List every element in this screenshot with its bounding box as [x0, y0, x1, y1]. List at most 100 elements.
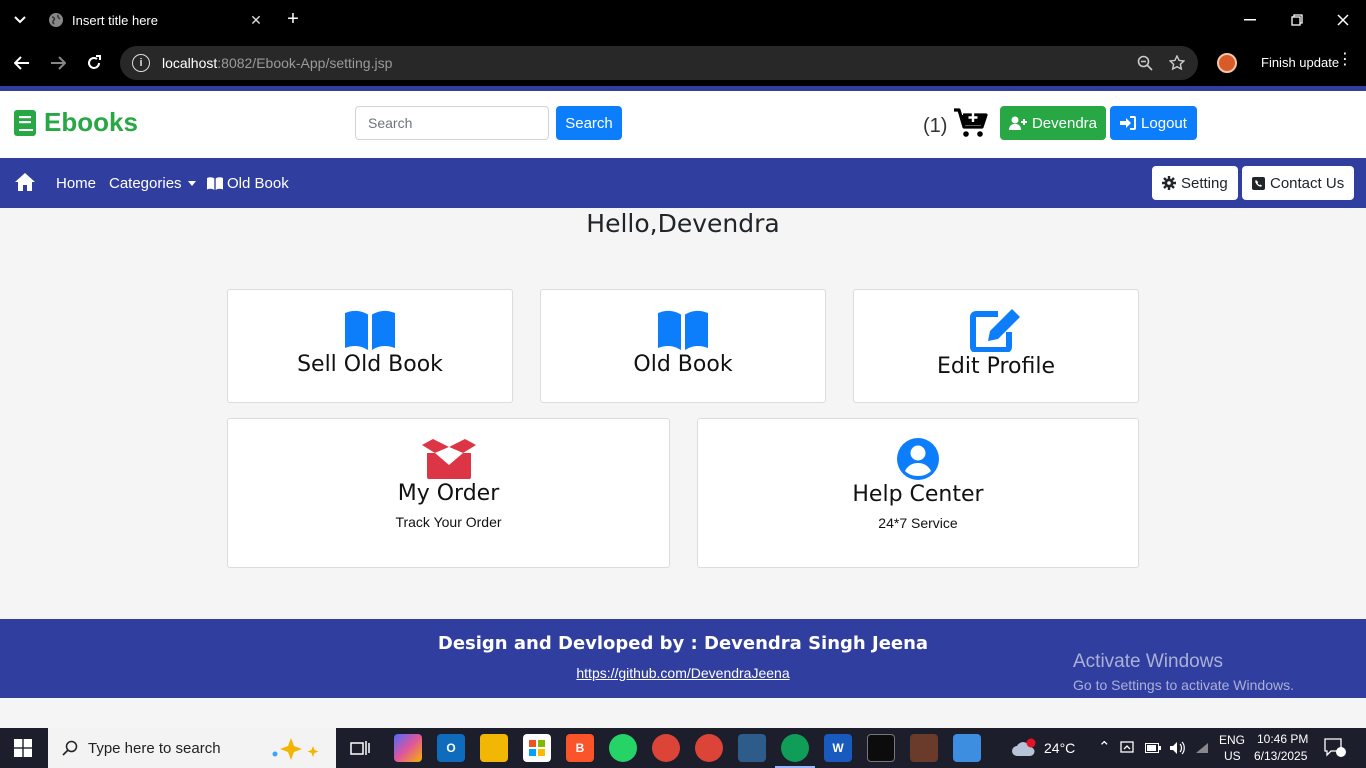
site-header: Ebooks Search (1) Devendra Logout: [0, 91, 1366, 158]
file-explorer-icon[interactable]: [480, 734, 508, 762]
home-icon[interactable]: [14, 172, 36, 192]
card-subtitle: Track Your Order: [395, 514, 502, 530]
photos-icon[interactable]: [953, 734, 981, 762]
book-open-icon: [345, 310, 395, 350]
search-input[interactable]: [355, 106, 549, 140]
new-tab-icon[interactable]: +: [282, 8, 304, 30]
activate-windows-title: Activate Windows: [1073, 651, 1223, 672]
windows-taskbar: Type here to search O B W 24°C ⌃ ENG US …: [0, 728, 1366, 768]
user-button[interactable]: Devendra: [1000, 106, 1106, 140]
caret-down-icon: [187, 181, 196, 186]
tab-search-chevron-icon[interactable]: [10, 10, 30, 30]
setting-button-label: Setting: [1181, 174, 1228, 192]
back-icon[interactable]: [10, 51, 34, 75]
reload-icon[interactable]: [82, 51, 106, 75]
nav-categories[interactable]: Categories: [109, 175, 196, 192]
nav-old-book-label: Old Book: [227, 175, 289, 192]
brand-logo[interactable]: Ebooks: [14, 107, 138, 138]
brave-icon[interactable]: B: [566, 734, 594, 762]
forward-icon[interactable]: [46, 51, 70, 75]
search-icon: [62, 740, 78, 756]
whatsapp-icon[interactable]: [609, 734, 637, 762]
word-icon[interactable]: W: [824, 734, 852, 762]
greeting-heading: Hello,Devendra: [586, 209, 780, 238]
edit-profile-card[interactable]: Edit Profile: [853, 289, 1139, 403]
mysql-workbench-icon[interactable]: [738, 734, 766, 762]
taskbar-search-placeholder: Type here to search: [88, 739, 221, 757]
cart-count: (1): [923, 115, 948, 137]
weather-temp[interactable]: 24°C: [1044, 740, 1075, 756]
user-plus-icon: [1008, 116, 1027, 130]
help-center-card[interactable]: Help Center 24*7 Service: [697, 418, 1139, 568]
address-toolbar: i localhost:8082/Ebook-App/setting.jsp: [0, 40, 1366, 86]
outlook-icon[interactable]: O: [437, 734, 465, 762]
search-button[interactable]: Search: [556, 106, 622, 140]
book-open-icon: [658, 310, 708, 350]
card-title: Sell Old Book: [297, 352, 443, 377]
tab-close-icon[interactable]: ✕: [246, 12, 266, 29]
phone-square-icon: [1252, 176, 1265, 190]
volume-icon[interactable]: [1169, 741, 1185, 755]
chrome-icon[interactable]: [781, 734, 809, 762]
nav-home[interactable]: Home: [56, 175, 96, 192]
task-view-icon[interactable]: [346, 734, 374, 762]
card-title: My Order: [397, 481, 500, 506]
card-title: Help Center: [852, 482, 984, 507]
logout-button[interactable]: Logout: [1110, 106, 1197, 140]
tray-chevron-up-icon[interactable]: ⌃: [1098, 738, 1111, 756]
bookmark-star-icon[interactable]: [1168, 54, 1186, 72]
nav-categories-label: Categories: [109, 175, 182, 192]
globe-icon: [49, 13, 63, 27]
old-book-card[interactable]: Old Book: [540, 289, 826, 403]
notification-icon[interactable]: [1324, 738, 1346, 758]
weather-cloud-icon: [1012, 738, 1036, 756]
tab-title: Insert title here: [72, 12, 158, 28]
my-order-card[interactable]: My Order Track Your Order: [227, 418, 670, 568]
browser-menu-icon[interactable]: ⋮: [1337, 52, 1353, 68]
cart-plus-icon[interactable]: [954, 108, 988, 138]
finish-update-button[interactable]: Finish update: [1261, 55, 1339, 70]
gear-icon: [1162, 176, 1176, 190]
edit-icon: [970, 309, 1020, 352]
minimize-icon[interactable]: [1227, 0, 1273, 40]
battery-icon[interactable]: [1145, 743, 1161, 753]
url-bar[interactable]: i localhost:8082/Ebook-App/setting.jsp: [120, 46, 1198, 80]
language-region: US: [1224, 749, 1241, 763]
eclipse-ide-icon[interactable]: [910, 734, 938, 762]
browser-tab[interactable]: Insert title here ✕: [36, 0, 274, 40]
clock-date[interactable]: 6/13/2025: [1254, 749, 1307, 763]
language-indicator[interactable]: ENG: [1219, 733, 1245, 747]
terminal-icon[interactable]: [867, 734, 895, 762]
book-icon: [14, 109, 36, 136]
wifi-icon[interactable]: [1195, 742, 1209, 754]
close-window-icon[interactable]: [1320, 0, 1366, 40]
sign-in-icon: [1120, 116, 1137, 130]
sell-old-book-card[interactable]: Sell Old Book: [227, 289, 513, 403]
chrome-profile-icon[interactable]: [652, 734, 680, 762]
user-circle-icon: [897, 438, 939, 480]
contact-us-button[interactable]: Contact Us: [1242, 166, 1355, 200]
logout-button-label: Logout: [1141, 114, 1187, 132]
clock-time[interactable]: 10:46 PM: [1257, 732, 1308, 746]
brand-name: Ebooks: [44, 107, 138, 137]
card-title: Old Book: [633, 352, 733, 377]
copilot-icon[interactable]: [394, 734, 422, 762]
contact-us-button-label: Contact Us: [1270, 174, 1345, 192]
profile-avatar[interactable]: [1217, 53, 1237, 73]
card-subtitle: 24*7 Service: [878, 515, 958, 531]
activate-windows-subtitle: Go to Settings to activate Windows.: [1073, 677, 1294, 693]
restore-icon[interactable]: [1274, 0, 1320, 40]
nav-old-book[interactable]: Old Book: [207, 175, 289, 192]
box-open-icon: [421, 439, 476, 479]
card-title: Edit Profile: [936, 354, 1055, 379]
url-path: :8082/Ebook-App/setting.jsp: [217, 55, 393, 71]
zoom-icon[interactable]: [1136, 54, 1154, 72]
network-wifi-icon[interactable]: [1120, 741, 1136, 755]
windows-start-icon[interactable]: [14, 739, 32, 757]
setting-button[interactable]: Setting: [1152, 166, 1238, 200]
microsoft-store-icon[interactable]: [523, 734, 551, 762]
sparkle-icon: [272, 738, 319, 760]
site-info-icon[interactable]: i: [132, 54, 150, 72]
chrome-profile-d-icon[interactable]: [695, 734, 723, 762]
taskbar-search-box[interactable]: Type here to search: [48, 728, 336, 768]
